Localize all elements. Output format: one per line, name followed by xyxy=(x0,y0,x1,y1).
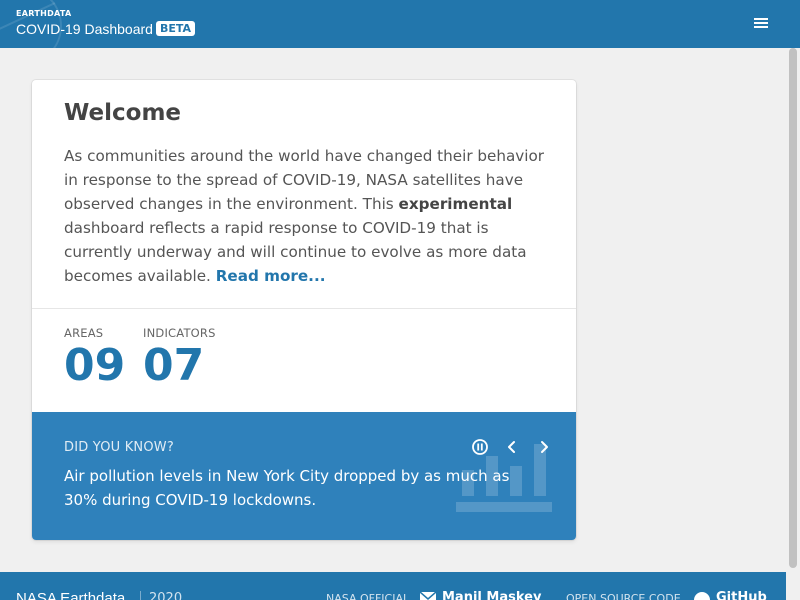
github-link[interactable]: GitHub xyxy=(716,590,767,600)
intro-bold: experimental xyxy=(398,195,513,213)
github-icon xyxy=(694,592,710,600)
areas-value: 09 xyxy=(64,340,126,391)
welcome-intro: As communities around the world have cha… xyxy=(64,144,554,288)
scrollbar-thumb[interactable] xyxy=(789,48,797,568)
indicators-value: 07 xyxy=(143,340,205,391)
welcome-title: Welcome xyxy=(64,100,182,126)
footer-year: 2020 xyxy=(140,591,182,600)
chevron-right-icon[interactable] xyxy=(535,438,553,456)
did-you-know-text: Air pollution levels in New York City dr… xyxy=(64,467,510,509)
nasa-official-link[interactable]: Manil Maskey xyxy=(442,590,541,600)
menu-icon[interactable] xyxy=(752,16,770,32)
pause-icon[interactable] xyxy=(471,438,489,456)
app-header: EARTHDATA COVID-19 Dashboard BETA xyxy=(0,0,800,48)
app-footer: NASA Earthdata 2020 NASA OFFICIAL Manil … xyxy=(0,572,786,600)
indicators-stat: INDICATORS 07 xyxy=(143,326,216,390)
read-more-link[interactable]: Read more... xyxy=(216,267,326,285)
page-scrollbar[interactable] xyxy=(786,48,800,600)
indicators-label: INDICATORS xyxy=(143,326,216,340)
did-you-know-heading: DID YOU KNOW? xyxy=(64,440,174,455)
footer-brand[interactable]: NASA Earthdata xyxy=(16,590,125,600)
envelope-icon xyxy=(420,592,436,600)
areas-stat: AREAS 09 xyxy=(64,326,125,390)
brand-earthdata[interactable]: EARTHDATA xyxy=(16,9,72,18)
did-you-know-panel: DID YOU KNOW? Air pollution levels in Ne… xyxy=(32,412,576,540)
areas-label: AREAS xyxy=(64,326,104,340)
source-code-label: OPEN SOURCE CODE xyxy=(566,592,681,600)
chevron-left-icon[interactable] xyxy=(503,438,521,456)
beta-badge: BETA xyxy=(156,21,196,36)
welcome-card: Welcome As communities around the world … xyxy=(32,80,576,540)
divider xyxy=(32,308,576,309)
app-title[interactable]: COVID-19 Dashboard xyxy=(16,21,153,37)
nasa-official-label: NASA OFFICIAL xyxy=(326,592,410,600)
